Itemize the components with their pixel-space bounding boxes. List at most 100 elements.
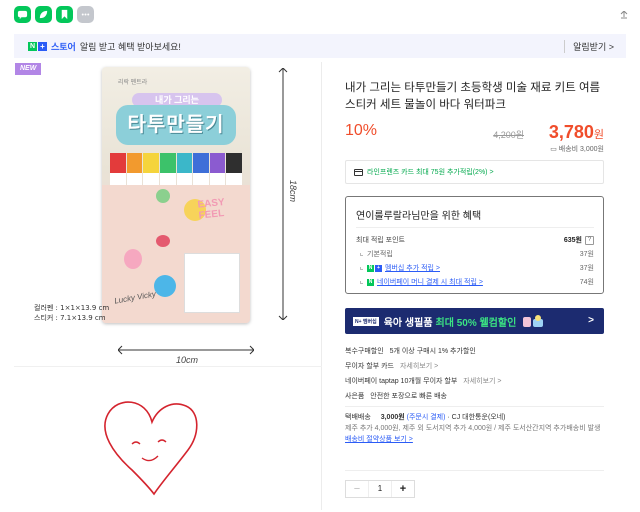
option-more-link[interactable]: 자세히보기 >: [400, 363, 438, 370]
marker-cap: [126, 153, 143, 173]
product-image-panel[interactable]: 리락 펜트라 내가 그리는 타투만들기 EASY FEEL Lucky Vick…: [14, 62, 322, 510]
bundle-shipping-link[interactable]: 배송비 절약상품 보기 >: [345, 436, 413, 443]
banner-highlight: 최대 50% 웰컴할인: [435, 317, 517, 329]
heart-sticker: [156, 235, 170, 247]
increase-quantity-button[interactable]: +: [392, 481, 414, 497]
marker-pen: [209, 153, 226, 189]
list-item: 네이버페이 taptap 10개월 무이자 할부 자세히보기 >: [345, 374, 607, 389]
option-detail: 안전한 포장으로 빠른 배송: [370, 393, 447, 400]
card-promo-text: 라인프렌즈 카드 최대 75원 추가적립(2%) >: [367, 169, 494, 176]
marker-pen: [110, 153, 126, 189]
heart-drawing: [104, 401, 198, 496]
share-icons: [14, 6, 94, 23]
chevron-right-icon: >: [588, 315, 594, 326]
basic-points-value: 37원: [579, 251, 594, 258]
product-title: 내가 그리는 타투만들기 초등학생 미술 재료 키트 여름 스티커 세트 물놀이…: [345, 82, 601, 111]
tree-bullet-icon: [360, 280, 363, 284]
share-icon[interactable]: [620, 11, 628, 19]
marker-cap: [226, 153, 242, 173]
card-promo-box[interactable]: 라인프렌즈 카드 최대 75원 추가적립(2%) >: [345, 160, 604, 184]
help-icon[interactable]: ?: [585, 235, 594, 245]
list-item: 복수구매할인 5개 이상 구매시 1% 추가할인: [345, 344, 607, 359]
marker-pen: [226, 153, 242, 189]
benefit-title: 연이룰루랄라님만을 위한 혜택: [356, 211, 482, 222]
component-size-note: 컬러펜 : 1×1×13.9 cm 스티커 : 7.1×13.9 cm: [34, 303, 109, 323]
marker-set: [110, 153, 242, 189]
tree-bullet-icon: [360, 252, 363, 256]
section-divider: [345, 470, 604, 471]
chat-icon[interactable]: [14, 6, 31, 23]
marker-pen: [159, 153, 176, 189]
membership-points-row[interactable]: N + 멤버십 추가 적립 > 37원: [356, 263, 594, 273]
marker-pen: [126, 153, 143, 189]
npay-points-row[interactable]: N 네이버페이 머니 결제 시 최대 적립 > 74원: [356, 277, 594, 287]
membership-points-value: 37원: [579, 265, 594, 272]
max-points-value: 635원: [563, 237, 582, 244]
baby-goods-icon: [523, 315, 544, 327]
package-title: 타투만들기: [116, 105, 236, 145]
store-notice-bar: N + 스토어 알림 받고 혜택 받아보세요! 알림받기 >: [14, 34, 626, 58]
shipping-fee: ▭ 배송비 3,000원: [550, 144, 604, 154]
smile-sticker: [154, 275, 176, 297]
image-divider: [14, 366, 322, 367]
option-label: 복수구매할인: [345, 348, 384, 355]
shipping-note: (주문시 결제): [406, 414, 446, 421]
quantity-stepper: − 1 +: [345, 480, 415, 498]
marker-cap: [176, 153, 193, 173]
more-icon[interactable]: [77, 6, 94, 23]
height-dimension-label: 18cm: [288, 179, 299, 203]
decrease-quantity-button[interactable]: −: [346, 481, 368, 497]
leaf-icon[interactable]: [35, 6, 52, 23]
card-icon: [354, 168, 363, 176]
bear-sticker: [156, 189, 170, 203]
mini-package: [184, 253, 240, 313]
sale-price-value: 3,780: [548, 122, 594, 142]
list-item: 사은품 안전한 포장으로 빠른 배송: [345, 389, 607, 404]
marker-cap: [159, 153, 176, 173]
store-label: 스토어: [51, 41, 76, 52]
notice-text: 알림 받고 혜택 받아보세요!: [79, 41, 181, 52]
membership-promo-banner[interactable]: N+ 멤버십 육아 생필품 최대 50% 웰컴할인 >: [345, 308, 604, 334]
package-brand: 리락 펜트라: [118, 80, 148, 86]
basic-points-row: 기본적립 37원: [356, 249, 594, 259]
marker-cap: [193, 153, 209, 173]
marker-cap: [209, 153, 226, 173]
shipping-info: 택배배송 3,000원 (주문시 결제) · CJ 대한통운(오네) 제주 추가…: [345, 412, 607, 445]
purchase-options-list: 복수구매할인 5개 이상 구매시 1% 추가할인 무이자 할부 카드 자세히보기…: [345, 344, 607, 404]
membership-points-link[interactable]: 멤버십 추가 적립 >: [385, 263, 440, 273]
option-label: 네이버페이 taptap 10개월 무이자 할부: [345, 378, 458, 385]
benefit-divider: [356, 227, 594, 228]
option-label: 무이자 할부 카드: [345, 363, 394, 370]
membership-tag: N+ 멤버십: [353, 316, 379, 326]
marker-cap: [143, 153, 159, 173]
benefit-box: 연이룰루랄라님만을 위한 혜택 최대 적립 포인트 635원 ? 기본적립 37…: [345, 196, 604, 294]
tree-bullet-icon: [360, 266, 363, 270]
bookmark-icon[interactable]: [56, 6, 73, 23]
quantity-value[interactable]: 1: [368, 481, 392, 497]
naver-plus-logo: N +: [28, 41, 47, 51]
naver-plus-mini-logo: N +: [367, 264, 382, 272]
alarm-subscribe-button[interactable]: 알림받기 >: [564, 40, 614, 53]
sticker-size-text: 스티커 : 7.1×13.9 cm: [34, 314, 106, 322]
new-badge: NEW: [15, 63, 42, 75]
shipping-carrier: · CJ 대한통운(오네): [447, 414, 506, 421]
height-dimension-line: [278, 68, 288, 320]
shipping-cost: 3,000원: [380, 414, 405, 421]
basic-points-label: 기본적립: [367, 251, 393, 258]
option-detail: 5개 이상 구매시 1% 추가할인: [389, 348, 476, 355]
option-more-link[interactable]: 자세히보기 >: [463, 378, 501, 385]
shipping-extra-fee: 제주 추가 4,000원, 제주 외 도서지역 추가 4,000원 / 제주 도…: [345, 425, 601, 432]
marker-pen: [176, 153, 193, 189]
width-dimension-label: 10cm: [176, 355, 199, 365]
sale-price: 3,780원: [549, 122, 604, 143]
max-points-label: 최대 적립 포인트: [356, 237, 405, 244]
npay-mini-logo: N: [367, 278, 374, 286]
option-label: 사은품: [345, 393, 365, 400]
product-info-panel: 내가 그리는 타투만들기 초등학생 미술 재료 키트 여름 스티커 세트 물놀이…: [340, 62, 612, 512]
plus-icon: +: [38, 41, 47, 51]
marker-cap: [110, 153, 126, 173]
discount-rate: 10%: [345, 122, 378, 139]
naver-n-icon: N: [28, 41, 37, 51]
truck-icon: ▭: [550, 146, 559, 153]
npay-points-link[interactable]: 네이버페이 머니 결제 시 최대 적립 >: [377, 277, 483, 287]
